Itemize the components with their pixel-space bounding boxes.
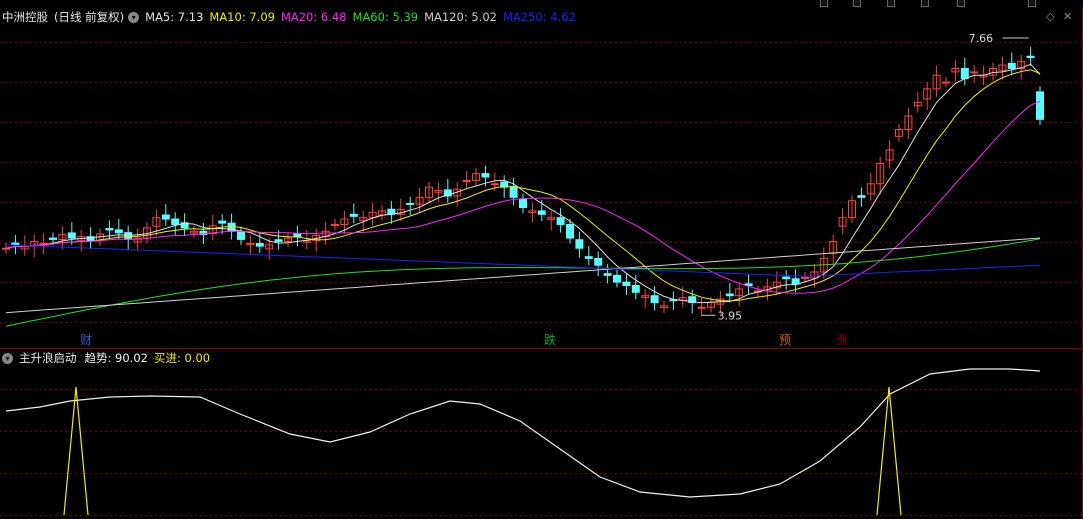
trend-value: 趋势: 90.02	[84, 351, 148, 365]
ma-legend: MA5: 7.13 MA10: 7.09 MA20: 6.48 MA60: 5.39 M…	[145, 10, 582, 24]
toolbar-button[interactable]	[921, 0, 929, 7]
candle-body	[584, 256, 593, 259]
candle-body	[631, 285, 640, 293]
toolbar-button[interactable]	[820, 0, 828, 7]
price-panel-title: 中洲控股 (日线 前复权) ▾ MA5: 7.13 MA10: 7.09 MA20: 6.…	[2, 9, 588, 25]
ma-legend-item: MA250: 4.62	[502, 10, 576, 24]
buy-signal-spike	[876, 386, 902, 516]
candle-body	[942, 81, 950, 84]
low-price-label: 3.95	[718, 309, 743, 322]
indicator-chart-svg[interactable]	[0, 349, 1083, 519]
candle-body	[171, 218, 180, 225]
candle-body	[519, 198, 527, 209]
candle-body	[49, 237, 57, 240]
candle-body	[603, 273, 612, 276]
signal-label: 财	[80, 333, 92, 347]
candle-body	[801, 276, 809, 279]
signal-label: 跌	[544, 332, 556, 347]
candle-body	[114, 229, 123, 234]
candle-body	[613, 274, 621, 283]
indicator-panel[interactable]: ▾ 主升浪启动 趋势: 90.02 买进: 0.00	[0, 348, 1083, 519]
candle-body	[1036, 91, 1044, 120]
settings-circle-icon[interactable]: ▾	[2, 353, 13, 364]
candle-body	[349, 213, 358, 217]
signal-label: 预	[779, 333, 791, 347]
top-toolbar	[0, 0, 1083, 7]
candle-body	[791, 278, 800, 285]
candle-body	[11, 242, 20, 246]
candle-body	[105, 228, 114, 231]
candle-body	[124, 232, 133, 240]
candle-body	[237, 231, 245, 240]
diamond-icon[interactable]: ◇	[1046, 10, 1054, 23]
buy-value: 买进: 0.00	[153, 351, 211, 365]
candle-body	[509, 186, 518, 198]
indicator-panel-title: ▾ 主升浪启动 趋势: 90.02 买进: 0.00	[2, 350, 216, 366]
candle-body	[960, 67, 969, 80]
toolbar-button[interactable]	[887, 0, 895, 7]
buy-signal-spike	[63, 386, 89, 516]
candle-body	[575, 239, 584, 249]
ma5-line	[5, 63, 1041, 304]
candle-body	[1026, 55, 1035, 59]
ma-legend-item: MA120: 5.02	[424, 10, 497, 24]
toolbar-button[interactable]	[853, 0, 861, 7]
candle-body	[725, 293, 734, 297]
candle-body	[490, 183, 499, 186]
candle-body	[782, 276, 791, 280]
candle-body	[67, 232, 76, 239]
high-price-label: 7.66	[969, 32, 994, 45]
candle-body	[161, 214, 170, 220]
toolbar-button[interactable]	[957, 0, 965, 7]
ma-legend-item: MA10: 7.09	[209, 10, 275, 24]
candle-body	[331, 223, 339, 226]
candle-body	[566, 223, 574, 239]
ma120-line	[5, 237, 1041, 314]
candle-body	[650, 295, 659, 303]
candle-body	[293, 233, 302, 238]
indicator-name[interactable]: 主升浪启动	[19, 351, 77, 365]
candle-body	[255, 242, 264, 247]
candle-body	[218, 220, 227, 224]
signal-label: 涨	[836, 332, 848, 347]
close-icon[interactable]: ✕	[1063, 10, 1072, 23]
candle-body	[537, 210, 546, 215]
ma-legend-item: MA5: 7.13	[145, 10, 204, 24]
candle-body	[406, 202, 415, 205]
period-info[interactable]: (日线 前复权)	[54, 10, 124, 24]
price-chart-svg[interactable]: 7.66 3.95 财 跌 预 涨	[0, 7, 1083, 348]
price-panel[interactable]: 7.66 3.95 财 跌 预 涨 中洲控股 (日线 前复权) ▾ MA5: 7.13 MA10:…	[0, 7, 1083, 348]
ma-legend-item: MA20: 6.48	[280, 10, 347, 24]
candle-body	[857, 195, 866, 198]
candle-body	[1007, 62, 1016, 69]
stock-name[interactable]: 中洲控股	[2, 10, 48, 24]
ma-legend-item: MA60: 5.39	[352, 10, 419, 24]
stock-chart-window: 7.66 3.95 财 跌 预 涨 中洲控股 (日线 前复权) ▾ MA5: 7.13 MA10:…	[0, 0, 1083, 519]
candle-body	[481, 173, 490, 178]
candle-body	[274, 239, 283, 242]
toolbar-button[interactable]	[1028, 0, 1036, 7]
candle-body	[970, 71, 979, 74]
candle-body	[594, 257, 603, 266]
candle-body	[556, 217, 565, 225]
settings-circle-icon[interactable]: ▾	[128, 12, 140, 23]
candle-body	[2, 247, 10, 250]
candle-body	[622, 281, 631, 287]
